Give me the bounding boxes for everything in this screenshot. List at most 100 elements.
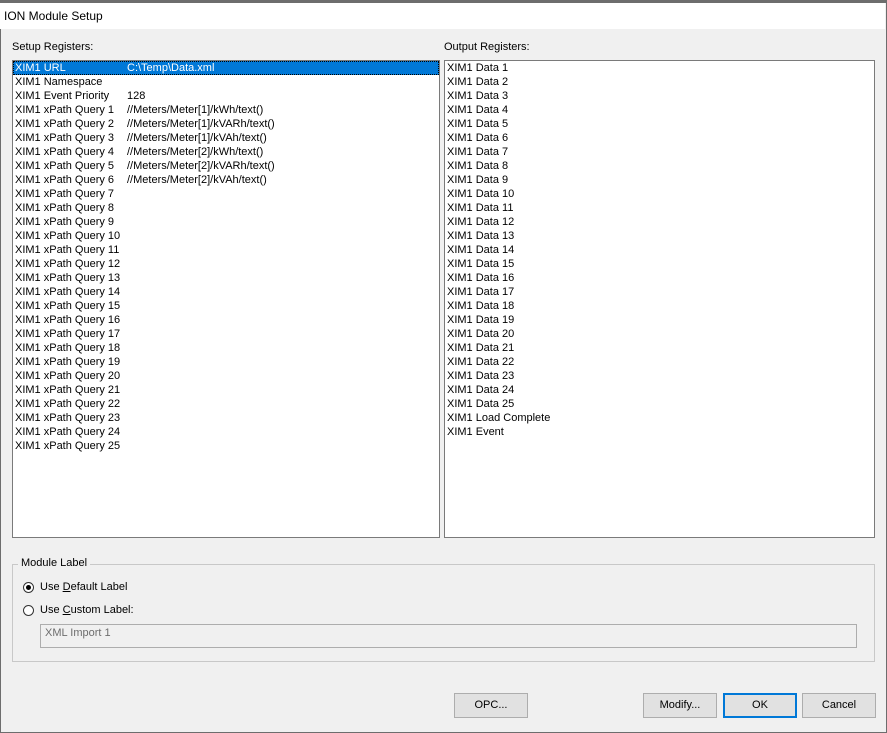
setup-register-name: XIM1 xPath Query 25 — [15, 440, 121, 452]
setup-register-row[interactable]: XIM1 xPath Query 13 — [13, 271, 439, 285]
setup-register-row[interactable]: XIM1 Namespace — [13, 75, 439, 89]
output-register-row[interactable]: XIM1 Data 15 — [445, 257, 874, 271]
setup-register-row[interactable]: XIM1 xPath Query 22 — [13, 397, 439, 411]
setup-register-name: XIM1 xPath Query 21 — [15, 384, 121, 396]
setup-register-value: 128 — [127, 90, 146, 102]
ok-button[interactable]: OK — [723, 693, 797, 718]
setup-register-row[interactable]: XIM1 xPath Query 5 //Meters/Meter[2]/kVAR… — [13, 159, 439, 173]
setup-register-row[interactable]: XIM1 xPath Query 1 //Meters/Meter[1]/kWh/… — [13, 103, 439, 117]
setup-register-value: //Meters/Meter[1]/kVARh/text() — [127, 118, 275, 130]
modify-button[interactable]: Modify... — [643, 693, 717, 718]
setup-register-row[interactable]: XIM1 xPath Query 12 — [13, 257, 439, 271]
output-register-row[interactable]: XIM1 Data 12 — [445, 215, 874, 229]
opc-button[interactable]: OPC... — [454, 693, 528, 718]
output-register-row[interactable]: XIM1 Data 19 — [445, 313, 874, 327]
setup-register-value: //Meters/Meter[2]/kVAh/text() — [127, 174, 267, 186]
setup-register-row[interactable]: XIM1 xPath Query 15 — [13, 299, 439, 313]
output-register-row[interactable]: XIM1 Event — [445, 425, 874, 439]
setup-register-row[interactable]: XIM1 xPath Query 4 //Meters/Meter[2]/kWh/… — [13, 145, 439, 159]
use-default-label-option[interactable]: Use Default Label — [23, 581, 127, 593]
output-registers-list[interactable]: XIM1 Data 1 XIM1 Data 2 XIM1 Data 3 XIM1 Da… — [444, 60, 875, 538]
setup-register-name: XIM1 xPath Query 17 — [15, 328, 121, 340]
setup-registers-list[interactable]: XIM1 URL C:\Temp\Data.xml XIM1 Namespace XI… — [12, 60, 440, 538]
output-register-row[interactable]: XIM1 Data 1 — [445, 61, 874, 75]
setup-register-name: XIM1 Event Priority — [15, 90, 110, 102]
output-register-row[interactable]: XIM1 Data 20 — [445, 327, 874, 341]
output-register-row[interactable]: XIM1 Data 24 — [445, 383, 874, 397]
output-register-row[interactable]: XIM1 Data 18 — [445, 299, 874, 313]
output-register-row[interactable]: XIM1 Data 3 — [445, 89, 874, 103]
setup-register-row[interactable]: XIM1 xPath Query 21 — [13, 383, 439, 397]
setup-register-name: XIM1 xPath Query 10 — [15, 230, 121, 242]
setup-register-row[interactable]: XIM1 xPath Query 16 — [13, 313, 439, 327]
setup-register-row[interactable]: XIM1 xPath Query 14 — [13, 285, 439, 299]
setup-register-row[interactable]: XIM1 Event Priority 128 — [13, 89, 439, 103]
setup-register-row[interactable]: XIM1 xPath Query 17 — [13, 327, 439, 341]
setup-register-name: XIM1 xPath Query 7 — [15, 188, 115, 200]
output-register-row[interactable]: XIM1 Data 21 — [445, 341, 874, 355]
output-register-row[interactable]: XIM1 Load Complete — [445, 411, 874, 425]
setup-register-value: C:\Temp\Data.xml — [127, 62, 215, 74]
setup-register-name: XIM1 xPath Query 4 — [15, 146, 115, 158]
output-register-row[interactable]: XIM1 Data 9 — [445, 173, 874, 187]
output-register-row[interactable]: XIM1 Data 4 — [445, 103, 874, 117]
setup-register-name: XIM1 xPath Query 20 — [15, 370, 121, 382]
setup-register-row[interactable]: XIM1 xPath Query 18 — [13, 341, 439, 355]
setup-register-name: XIM1 xPath Query 15 — [15, 300, 121, 312]
setup-register-row[interactable]: XIM1 xPath Query 6 //Meters/Meter[2]/kVAh… — [13, 173, 439, 187]
title-bar: ION Module Setup — [0, 3, 885, 29]
output-register-row[interactable]: XIM1 Data 10 — [445, 187, 874, 201]
setup-register-name: XIM1 xPath Query 18 — [15, 342, 121, 354]
output-register-row[interactable]: XIM1 Data 22 — [445, 355, 874, 369]
setup-register-row[interactable]: XIM1 xPath Query 11 — [13, 243, 439, 257]
custom-label-radio[interactable] — [23, 604, 34, 616]
output-register-row[interactable]: XIM1 Data 5 — [445, 117, 874, 131]
setup-register-value: //Meters/Meter[1]/kWh/text() — [127, 104, 264, 116]
setup-register-value: //Meters/Meter[1]/kVAh/text() — [127, 132, 267, 144]
setup-register-name: XIM1 xPath Query 12 — [15, 258, 121, 270]
default-label-radio[interactable] — [23, 581, 34, 593]
output-register-row[interactable]: XIM1 Data 14 — [445, 243, 874, 257]
setup-register-name: XIM1 xPath Query 22 — [15, 398, 121, 410]
setup-register-row[interactable]: XIM1 xPath Query 24 — [13, 425, 439, 439]
output-register-row[interactable]: XIM1 Data 8 — [445, 159, 874, 173]
setup-register-row[interactable]: XIM1 xPath Query 23 — [13, 411, 439, 425]
setup-register-row[interactable]: XIM1 xPath Query 10 — [13, 229, 439, 243]
setup-register-name: XIM1 xPath Query 11 — [15, 244, 120, 256]
setup-register-name: XIM1 xPath Query 13 — [15, 272, 121, 284]
output-register-row[interactable]: XIM1 Data 16 — [445, 271, 874, 285]
setup-register-value: //Meters/Meter[2]/kVARh/text() — [127, 160, 275, 172]
setup-register-name: XIM1 xPath Query 3 — [15, 132, 115, 144]
setup-register-row[interactable]: XIM1 URL C:\Temp\Data.xml — [13, 61, 439, 75]
setup-register-row[interactable]: XIM1 xPath Query 2 //Meters/Meter[1]/kVAR… — [13, 117, 439, 131]
setup-register-row[interactable]: XIM1 xPath Query 3 //Meters/Meter[1]/kVAh… — [13, 131, 439, 145]
setup-register-row[interactable]: XIM1 xPath Query 19 — [13, 355, 439, 369]
module-label-group-title: Module Label — [18, 557, 91, 569]
output-register-row[interactable]: XIM1 Data 6 — [445, 131, 874, 145]
setup-register-row[interactable]: XIM1 xPath Query 20 — [13, 369, 439, 383]
output-register-row[interactable]: XIM1 Data 2 — [445, 75, 874, 89]
setup-register-name: XIM1 xPath Query 8 — [15, 202, 115, 214]
setup-register-name: XIM1 xPath Query 24 — [15, 426, 121, 438]
setup-register-name: XIM1 xPath Query 1 — [15, 104, 115, 116]
setup-register-name: XIM1 xPath Query 23 — [15, 412, 121, 424]
setup-register-name: XIM1 URL — [15, 62, 66, 74]
setup-register-row[interactable]: XIM1 xPath Query 7 — [13, 187, 439, 201]
output-register-row[interactable]: XIM1 Data 13 — [445, 229, 874, 243]
output-register-row[interactable]: XIM1 Data 11 — [445, 201, 874, 215]
output-register-row[interactable]: XIM1 Data 25 — [445, 397, 874, 411]
cancel-button[interactable]: Cancel — [802, 693, 876, 718]
output-register-row[interactable]: XIM1 Data 7 — [445, 145, 874, 159]
setup-register-name: XIM1 xPath Query 19 — [15, 356, 121, 368]
default-label-text: Use Default Label — [40, 581, 128, 593]
window-title: ION Module Setup — [4, 9, 103, 23]
output-register-row[interactable]: XIM1 Data 23 — [445, 369, 874, 383]
custom-label-input[interactable]: XML Import 1 — [40, 624, 857, 648]
setup-register-row[interactable]: XIM1 xPath Query 9 — [13, 215, 439, 229]
setup-register-name: XIM1 xPath Query 5 — [15, 160, 115, 172]
custom-label-text: Use Custom Label: — [40, 604, 134, 616]
output-register-row[interactable]: XIM1 Data 17 — [445, 285, 874, 299]
setup-register-row[interactable]: XIM1 xPath Query 8 — [13, 201, 439, 215]
use-custom-label-option[interactable]: Use Custom Label: — [23, 604, 134, 616]
setup-register-row[interactable]: XIM1 xPath Query 25 — [13, 439, 439, 453]
